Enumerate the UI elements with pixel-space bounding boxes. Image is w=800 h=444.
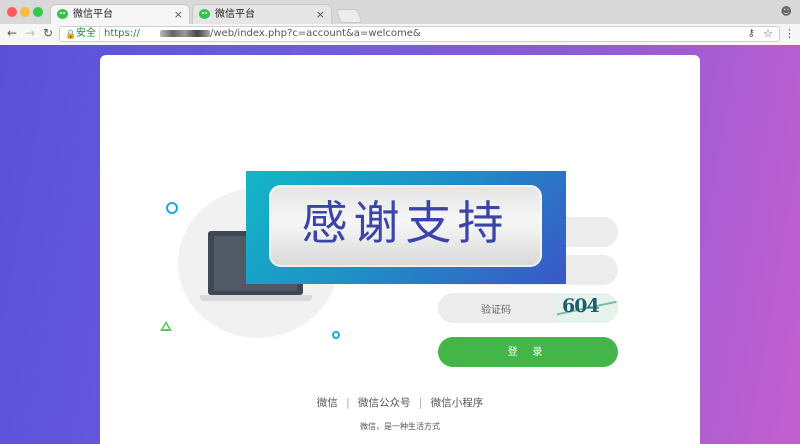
forward-arrow-icon[interactable]: → [25, 26, 35, 40]
wechat-icon [57, 9, 68, 19]
decorative-ring-icon [332, 331, 340, 339]
profile-icon[interactable]: ☻ [781, 5, 792, 18]
back-arrow-icon[interactable]: ← [7, 26, 17, 40]
footer-links: 微信 | 微信公众号 | 微信小程序 [100, 395, 700, 410]
captcha-code: 604 [562, 295, 600, 317]
captcha-image[interactable]: 604 [556, 293, 618, 323]
captcha-placeholder: 验证码 [481, 305, 511, 316]
url-path: /web/index.php?c=account&a=welcome& [210, 28, 421, 39]
banner-plate: 感谢支持 [269, 185, 542, 267]
menu-dots-icon[interactable]: ⋮ [784, 27, 795, 41]
divider [99, 27, 100, 41]
footer-link-official-account[interactable]: 微信公众号 [358, 397, 411, 409]
banner-text: 感谢支持 [301, 196, 510, 250]
login-button[interactable]: 登 录 [438, 337, 618, 367]
tab-close-icon[interactable]: × [174, 6, 183, 24]
tab-title: 微信平台 [215, 9, 255, 20]
minimize-window-button[interactable] [20, 7, 30, 17]
address-bar[interactable]: 🔒 安全 https:// /web/index.php?c=account&a… [59, 26, 795, 42]
lock-icon: 🔒 [65, 30, 77, 40]
divider: | [418, 397, 423, 409]
new-tab-button[interactable] [335, 9, 363, 23]
close-window-button[interactable] [7, 7, 17, 17]
maximize-window-button[interactable] [33, 7, 43, 17]
tab-close-icon[interactable]: × [316, 6, 325, 24]
footer-link-wechat[interactable]: 微信 [317, 397, 338, 409]
security-label: 安全 [76, 28, 96, 39]
laptop-base [200, 295, 312, 301]
tab-title: 微信平台 [73, 9, 113, 20]
url-redacted-host [160, 30, 210, 37]
wechat-icon [199, 9, 210, 19]
key-icon[interactable]: ⚷ [748, 27, 755, 41]
slogan: 微信，是一种生活方式 [360, 422, 440, 431]
bookmark-star-icon[interactable]: ☆ [763, 27, 773, 41]
url-protocol: https:// [104, 28, 140, 39]
thanks-banner: 感谢支持 [246, 171, 566, 284]
captcha-field[interactable]: 验证码 604 [438, 293, 618, 323]
footer-link-mini-program[interactable]: 微信小程序 [431, 397, 484, 409]
decorative-triangle-icon [160, 321, 172, 331]
browser-tab-2[interactable]: 微信平台 × [192, 4, 332, 24]
divider: | [346, 397, 350, 409]
browser-tab-bar: 微信平台 × 微信平台 × ☻ [0, 0, 800, 24]
decorative-ring-icon [166, 202, 178, 214]
browser-toolbar: ← → ↻ 🔒 安全 https:// /web/index.php?c=acc… [0, 24, 800, 46]
reload-icon[interactable]: ↻ [43, 26, 53, 40]
browser-tab-1[interactable]: 微信平台 × [50, 4, 190, 24]
